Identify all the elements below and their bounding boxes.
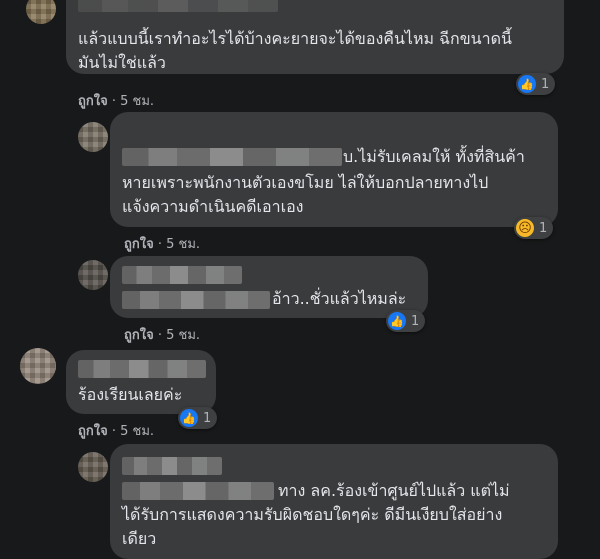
reaction-count: 1: [541, 76, 550, 92]
comment-text-line: มันไม่ใช่แล้ว: [78, 53, 166, 72]
like-button[interactable]: ถูกใจ: [124, 328, 154, 343]
like-button[interactable]: ถูกใจ: [78, 94, 108, 109]
reaction-badge[interactable]: 👍 1: [178, 407, 218, 429]
reaction-badge[interactable]: 👍 1: [386, 310, 426, 332]
comment-text-line: ทาง ลค.ร้องเข้าศูนย์ไปแล้ว แต่ไม่: [278, 481, 510, 500]
author-name-blurred[interactable]: [122, 266, 242, 284]
avatar[interactable]: [78, 122, 108, 152]
reaction-count: 1: [539, 220, 548, 236]
reaction-badge[interactable]: 👍 1: [516, 73, 556, 95]
sad-face-icon: ☹: [516, 219, 534, 237]
like-button[interactable]: ถูกใจ: [124, 237, 154, 252]
author-name-blurred[interactable]: [122, 457, 222, 475]
comment-text-line: เดียว: [122, 529, 157, 548]
separator: ·: [157, 237, 162, 252]
separator: ·: [111, 94, 116, 109]
comment-text-line: หายเพราะพนักงานตัวเองขโมย ไล่ให้บอกปลายท…: [122, 173, 489, 192]
comment-text-line: ร้องเรียนเลยค่ะ: [78, 385, 183, 404]
comment-text-line: บ.ไม่รับเคลมให้ ทั้งที่สินค้า: [343, 147, 525, 166]
comment-actions: ถูกใจ · 5 ชม.: [78, 420, 154, 441]
like-button[interactable]: ถูกใจ: [78, 424, 108, 439]
thumbs-up-icon: 👍: [388, 312, 406, 330]
comment-actions: ถูกใจ · 5 ชม.: [124, 324, 200, 345]
comment-text-line: แล้วแบบนี้เราทำอะไรได้บ้างคะยายจะได้ของค…: [78, 29, 512, 48]
avatar[interactable]: [78, 452, 108, 482]
separator: ·: [157, 328, 162, 343]
reaction-count: 1: [203, 410, 212, 426]
reaction-badge[interactable]: ☹ 1: [514, 217, 554, 239]
comment-actions: ถูกใจ · 5 ชม.: [78, 90, 154, 111]
separator: ·: [111, 424, 116, 439]
avatar[interactable]: [26, 0, 56, 24]
timestamp[interactable]: 5 ชม.: [166, 237, 200, 252]
author-name-blurred[interactable]: [78, 0, 278, 12]
avatar[interactable]: [78, 260, 108, 290]
author-name-blurred[interactable]: [122, 291, 270, 309]
author-name-blurred[interactable]: [122, 482, 274, 500]
thumbs-up-icon: 👍: [180, 409, 198, 427]
comment-text-line: แจ้งความดำเนินคดีเอาเอง: [122, 197, 304, 216]
avatar[interactable]: [20, 348, 56, 384]
comment-text-line: อ้าว..ชั่วแล้วไหมล่ะ: [272, 289, 407, 308]
author-name-blurred[interactable]: [122, 148, 342, 166]
comment-text-line: ได้รับการแสดงความรับผิดชอบใดๆค่ะ ดีมีนเง…: [122, 505, 503, 524]
reaction-count: 1: [411, 313, 420, 329]
comment-actions: ถูกใจ · 5 ชม.: [124, 233, 200, 254]
thumbs-up-icon: 👍: [518, 75, 536, 93]
timestamp[interactable]: 5 ชม.: [120, 94, 154, 109]
timestamp[interactable]: 5 ชม.: [120, 424, 154, 439]
timestamp[interactable]: 5 ชม.: [166, 328, 200, 343]
author-name-blurred[interactable]: [78, 360, 206, 378]
